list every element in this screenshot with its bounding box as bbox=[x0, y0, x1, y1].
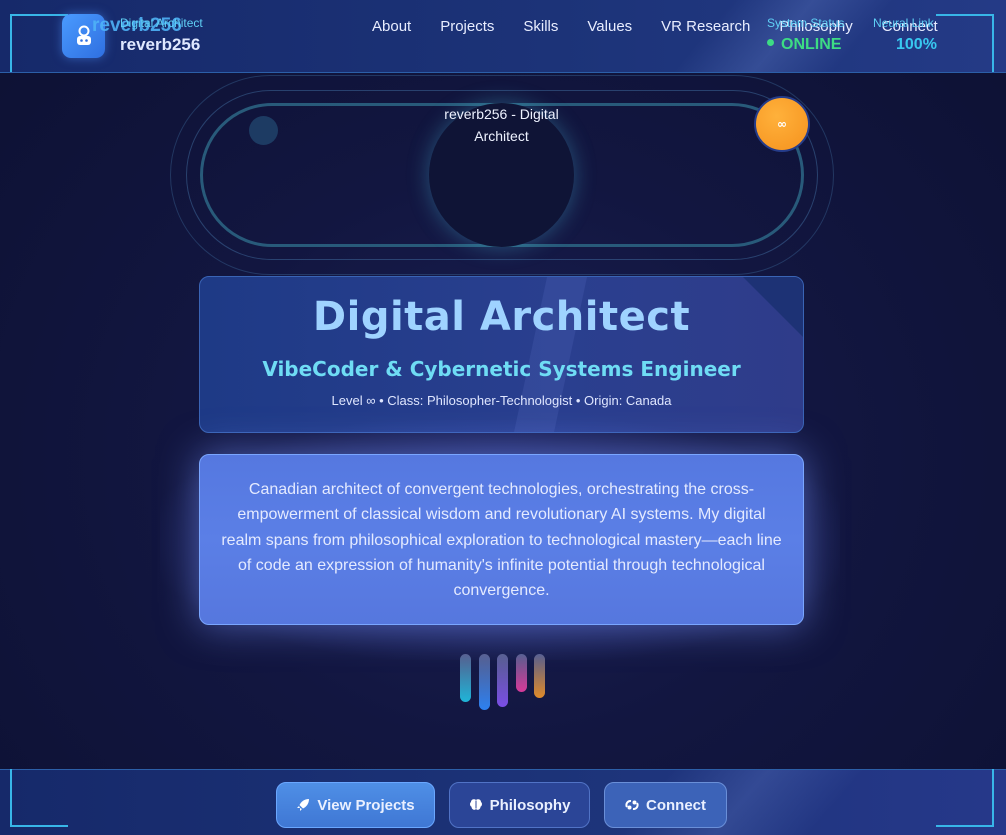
robot-icon bbox=[76, 25, 91, 45]
system-status-text: ONLINE bbox=[781, 36, 842, 53]
neural-link-label: Neural Link bbox=[873, 16, 934, 30]
ring-orbit-dot bbox=[249, 116, 278, 145]
page-subtitle: VibeCoder & Cybernetic Systems Engineer bbox=[262, 357, 741, 381]
frame-corner-bottom-left bbox=[10, 769, 68, 827]
connect-label: Connect bbox=[646, 796, 706, 814]
equalizer-bar bbox=[479, 654, 490, 710]
system-status-label: System Status bbox=[767, 16, 845, 30]
bio-card: Canadian architect of convergent technol… bbox=[199, 454, 804, 625]
logo-name[interactable]: reverb256 bbox=[120, 35, 200, 55]
nav-projects[interactable]: Projects bbox=[440, 18, 494, 35]
link-icon bbox=[625, 798, 639, 812]
infinity-icon: ∞ bbox=[777, 117, 787, 131]
level-badge: ∞ bbox=[754, 96, 810, 152]
nav-skills[interactable]: Skills bbox=[523, 18, 558, 35]
philosophy-label: Philosophy bbox=[489, 796, 571, 814]
frame-corner-top-right bbox=[936, 14, 994, 72]
nav-about[interactable]: About bbox=[372, 18, 411, 35]
nav-values[interactable]: Values bbox=[587, 18, 632, 35]
rocket-icon bbox=[296, 798, 310, 812]
equalizer-bar bbox=[516, 654, 527, 692]
equalizer-bar bbox=[534, 654, 545, 698]
neural-link-value: 100% bbox=[896, 36, 937, 53]
equalizer-bar bbox=[497, 654, 508, 707]
logo-subtitle: Digital Architect bbox=[120, 16, 203, 30]
equalizer-bar bbox=[460, 654, 471, 702]
philosophy-button[interactable]: Philosophy bbox=[449, 782, 590, 828]
frame-corner-bottom-right bbox=[936, 769, 994, 827]
title-card: Digital Architect VibeCoder & Cybernetic… bbox=[199, 276, 804, 433]
bio-text: Canadian architect of convergent technol… bbox=[221, 481, 782, 600]
view-projects-button[interactable]: View Projects bbox=[276, 782, 435, 828]
connect-button[interactable]: Connect bbox=[604, 782, 727, 828]
view-projects-label: View Projects bbox=[317, 796, 415, 814]
frame-corner-top-left bbox=[10, 14, 68, 72]
avatar-alt-text: reverb256 - Digital Architect bbox=[444, 106, 559, 144]
page-title: Digital Architect bbox=[312, 294, 691, 340]
brain-icon bbox=[469, 798, 483, 812]
status-dot-icon bbox=[767, 39, 774, 47]
system-status-value: ONLINE bbox=[767, 36, 841, 54]
profile-meta: Level ∞ • Class: Philosopher-Technologis… bbox=[331, 393, 672, 408]
nav-vr-research[interactable]: VR Research bbox=[661, 18, 750, 35]
main-nav: About Projects Skills Values VR Research… bbox=[372, 18, 938, 35]
